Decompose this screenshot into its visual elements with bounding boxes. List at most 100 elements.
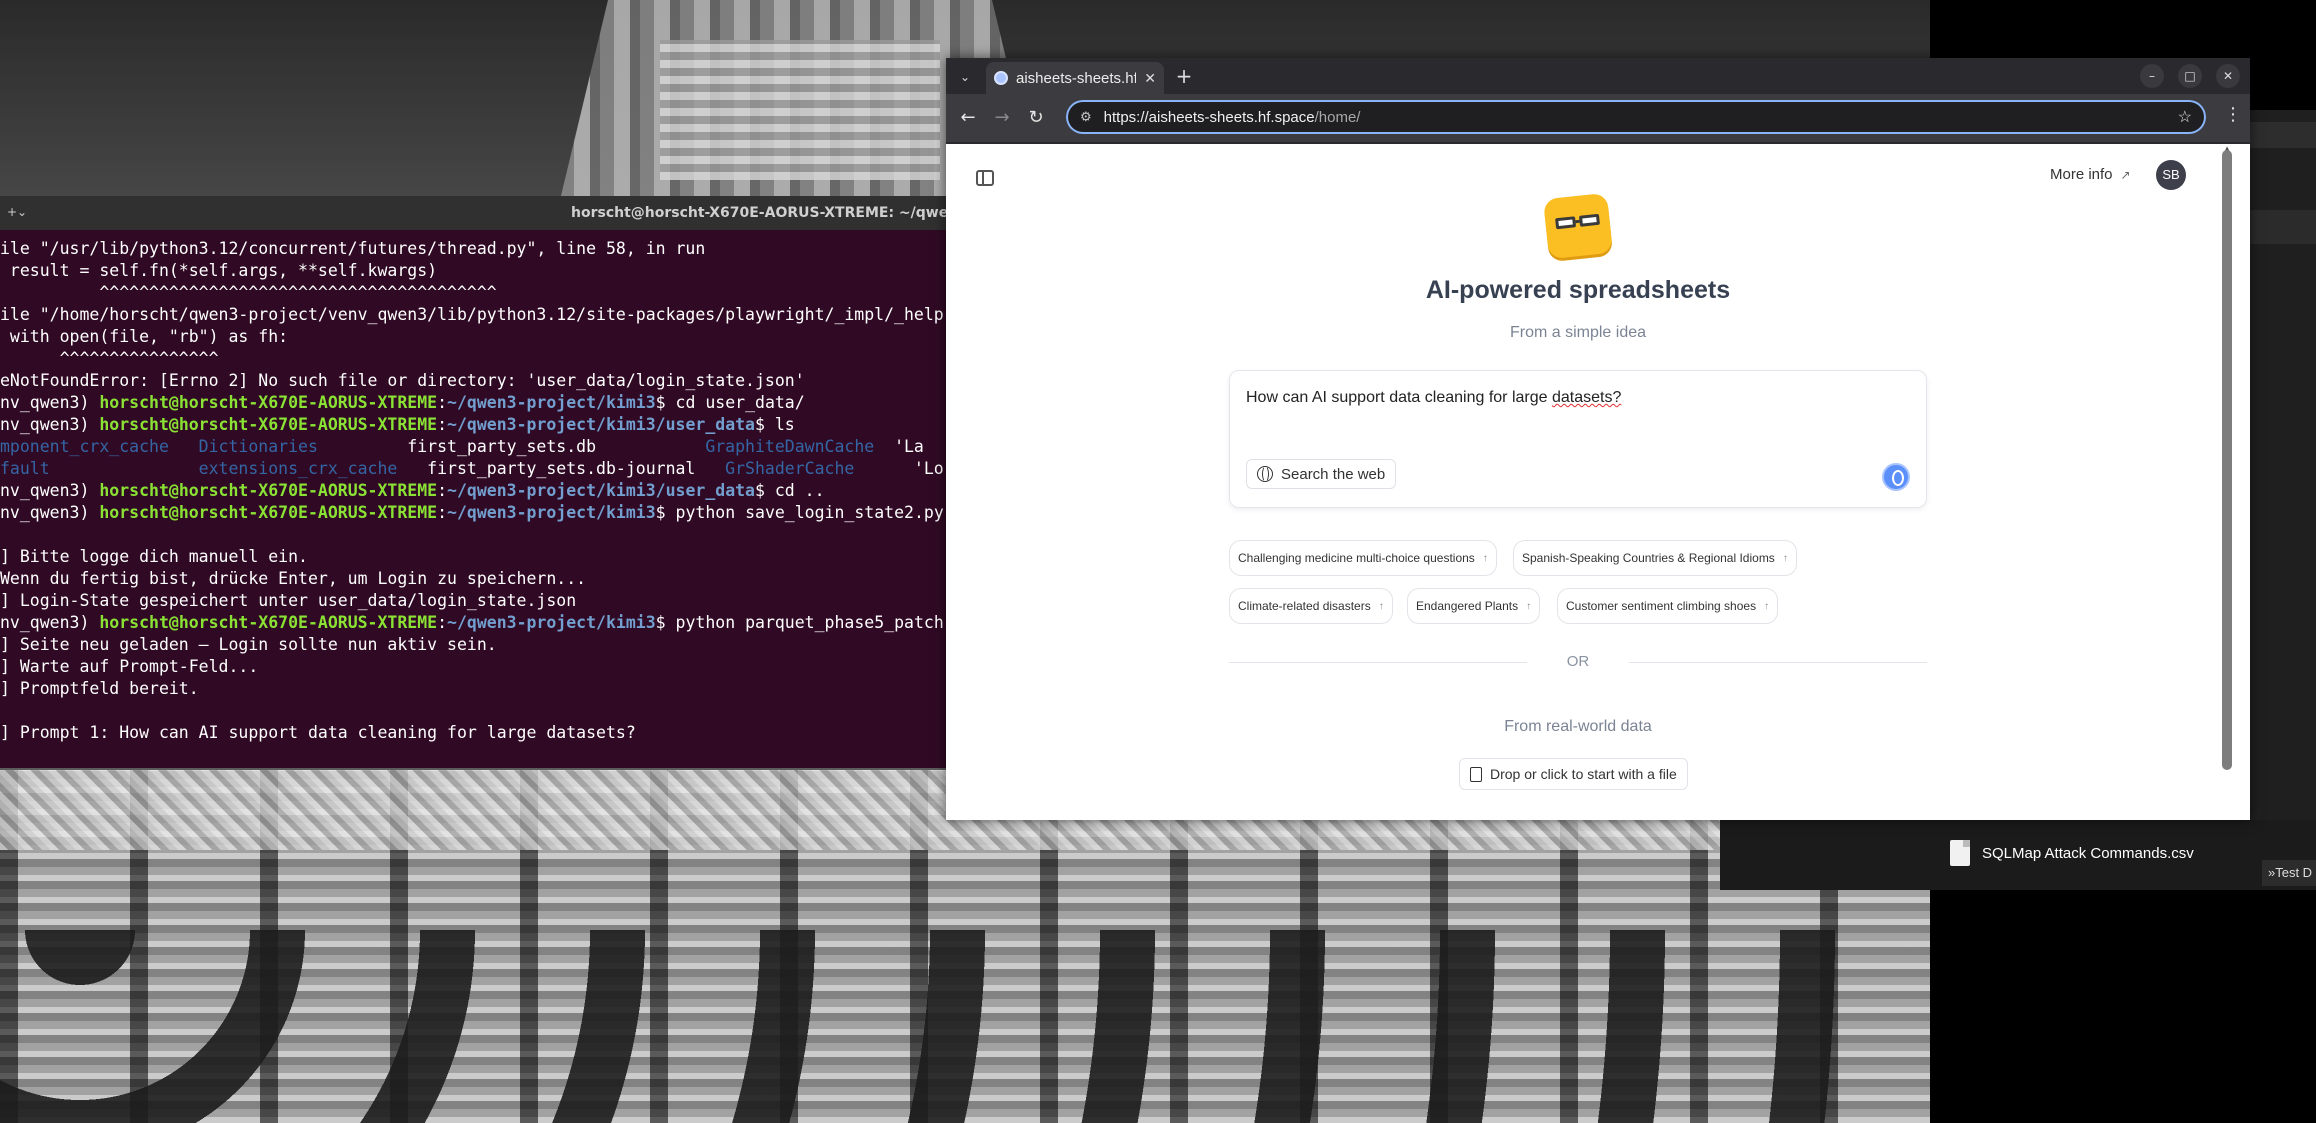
- example-prompt-chip[interactable]: Challenging medicine multi-choice questi…: [1229, 540, 1497, 576]
- site-favicon-icon: [994, 71, 1008, 85]
- terminal-text: nv_qwen3): [0, 415, 100, 434]
- terminal-line: ile "/usr/lib/python3.12/concurrent/futu…: [0, 238, 946, 260]
- example-prompt-label: Customer sentiment climbing shoes: [1566, 599, 1757, 613]
- terminal-line: nv_qwen3) horscht@horscht-X670E-AORUS-XT…: [0, 612, 946, 634]
- terminal-text: ile "/home/horscht/qwen3-project/venv_qw…: [0, 305, 944, 324]
- terminal-line: ] Promptfeld bereit.: [0, 678, 946, 700]
- search-web-button[interactable]: Search the web: [1246, 459, 1397, 489]
- terminal-text: :: [437, 613, 448, 632]
- page-scrollbar[interactable]: [2222, 150, 2232, 770]
- terminal-titlebar[interactable]: + ⌄ horscht@horscht-X670E-AORUS-XTREME: …: [0, 196, 946, 230]
- example-prompt-label: Challenging medicine multi-choice questi…: [1238, 551, 1475, 565]
- terminal-line: with open(file, "rb") as fh:: [0, 326, 946, 348]
- or-divider: OR: [1229, 652, 1927, 672]
- browser-chrome: ⌄ aisheets-sheets.hf.space/ ✕ + – □ ✕ ← …: [946, 58, 2250, 144]
- terminal-window[interactable]: + ⌄ horscht@horscht-X670E-AORUS-XTREME: …: [0, 196, 946, 768]
- terminal-line: ] Prompt 1: How can AI support data clea…: [0, 722, 946, 744]
- terminal-text: nv_qwen3): [0, 503, 100, 522]
- terminal-line: Wenn du fertig bist, drücke Enter, um Lo…: [0, 568, 946, 590]
- terminal-text: ^^^^^^^^^^^^^^^^: [0, 349, 219, 368]
- terminal-line: result = self.fn(*self.args, **self.kwar…: [0, 260, 946, 282]
- file-upload-icon: [1470, 766, 1482, 782]
- terminal-text: $ ls: [755, 415, 795, 434]
- forward-arrow-icon[interactable]: →: [988, 104, 1016, 132]
- terminal-output[interactable]: ile "/usr/lib/python3.12/concurrent/futu…: [0, 238, 946, 768]
- terminal-text: $ python parquet_phase5_patch: [655, 613, 944, 632]
- terminal-text: :: [437, 503, 448, 522]
- tab-close-icon[interactable]: ✕: [1144, 70, 1156, 87]
- background-window-strip: [2250, 210, 2316, 244]
- prompt-input[interactable]: How can AI support data cleaning for lar…: [1246, 389, 1621, 407]
- send-button[interactable]: [1882, 463, 1910, 491]
- wallpaper-tower-detail: [660, 40, 940, 180]
- arrow-up-icon: ↑: [1526, 600, 1532, 612]
- terminal-line: ] Warte auf Prompt-Feld...: [0, 656, 946, 678]
- terminal-text: with open(file, "rb") as fh:: [0, 327, 289, 346]
- terminal-text: 'La: [894, 437, 924, 456]
- terminal-line: ^^^^^^^^^^^^^^^^^^^^^^^^^^^^^^^^^^^^^^^^: [0, 282, 946, 304]
- terminal-text: GrShaderCache: [725, 459, 914, 478]
- terminal-text: $ python save_login_state2.py: [655, 503, 944, 522]
- search-web-label: Search the web: [1281, 465, 1386, 483]
- spellcheck-word: datasets?: [1551, 389, 1622, 406]
- edge-window-label[interactable]: »Test D: [2262, 860, 2316, 886]
- tab-strip: ⌄ aisheets-sheets.hf.space/ ✕ + – □ ✕: [946, 58, 2250, 94]
- example-prompt-label: Climate-related disasters: [1238, 599, 1371, 613]
- arrow-up-icon: ↑: [1482, 552, 1488, 564]
- tab-search-chevron-icon[interactable]: ⌄: [954, 66, 976, 88]
- new-tab-icon[interactable]: +: [1172, 64, 1196, 88]
- desktop-file-csv[interactable]: SQLMap Attack Commands.csv: [1950, 838, 2194, 868]
- example-prompt-label: Spanish-Speaking Countries & Regional Id…: [1522, 551, 1775, 565]
- terminal-text: ] Prompt 1: How can AI support data clea…: [0, 723, 636, 742]
- prompt-text-part: How can AI support data cleaning for lar…: [1246, 389, 1552, 406]
- arrow-up-icon: ↑: [1782, 552, 1788, 564]
- site-info-icon[interactable]: ⚙: [1080, 109, 1092, 125]
- terminal-line: nv_qwen3) horscht@horscht-X670E-AORUS-XT…: [0, 502, 946, 524]
- terminal-text: GraphiteDawnCache: [705, 437, 895, 456]
- terminal-text: first_party_sets.db-journal: [427, 459, 726, 478]
- browser-menu-icon[interactable]: ⋮: [2224, 104, 2242, 125]
- avatar[interactable]: SB: [2156, 160, 2186, 190]
- address-bar[interactable]: ⚙ https://aisheets-sheets.hf.space/home/…: [1066, 100, 2206, 134]
- example-prompt-chip[interactable]: Spanish-Speaking Countries & Regional Id…: [1513, 540, 1797, 576]
- file-icon: [1950, 840, 1970, 866]
- terminal-text: :: [437, 393, 448, 412]
- browser-toolbar: ← → ↻ ⚙ https://aisheets-sheets.hf.space…: [946, 94, 2250, 142]
- example-prompt-chip[interactable]: Customer sentiment climbing shoes ↑: [1557, 588, 1779, 624]
- bookmark-star-icon[interactable]: ☆: [2178, 107, 2192, 127]
- maximize-icon[interactable]: □: [2178, 64, 2202, 88]
- terminal-text: ] Login-State gespeichert unter user_dat…: [0, 591, 577, 610]
- globe-icon: [1257, 466, 1273, 482]
- close-window-icon[interactable]: ✕: [2216, 64, 2240, 88]
- browser-window[interactable]: ⌄ aisheets-sheets.hf.space/ ✕ + – □ ✕ ← …: [946, 58, 2250, 820]
- desktop-file-label: SQLMap Attack Commands.csv: [1982, 844, 2194, 862]
- back-arrow-icon[interactable]: ←: [954, 104, 982, 132]
- sidebar-toggle-icon[interactable]: [976, 170, 994, 186]
- terminal-text: ~/qwen3-project/kimi3: [447, 393, 656, 412]
- terminal-line: nv_qwen3) horscht@horscht-X670E-AORUS-XT…: [0, 392, 946, 414]
- terminal-text: first_party_sets.db: [407, 437, 706, 456]
- example-prompt-chip[interactable]: Endangered Plants ↑: [1407, 588, 1541, 624]
- terminal-line: ] Seite neu geladen – Login sollte nun a…: [0, 634, 946, 656]
- reload-icon[interactable]: ↻: [1022, 104, 1050, 132]
- page-title: AI-powered spreadsheets: [1425, 276, 1731, 304]
- more-info-link[interactable]: More info ↗: [2050, 166, 2131, 183]
- tab-aisheets[interactable]: aisheets-sheets.hf.space/ ✕: [986, 62, 1164, 94]
- example-prompt-chip[interactable]: Climate-related disasters ↑: [1229, 588, 1393, 624]
- background-window-strip: [2250, 122, 2316, 148]
- terminal-text: ile "/usr/lib/python3.12/concurrent/futu…: [0, 239, 706, 258]
- terminal-line: ] Login-State gespeichert unter user_dat…: [0, 590, 946, 612]
- terminal-text: eNotFoundError: [Errno 2] No such file o…: [0, 371, 805, 390]
- minimize-icon[interactable]: –: [2140, 64, 2164, 88]
- prompt-input-box[interactable]: How can AI support data cleaning for lar…: [1229, 370, 1927, 508]
- terminal-text: ] Seite neu geladen – Login sollte nun a…: [0, 635, 497, 654]
- terminal-text: horscht@horscht-X670E-AORUS-XTREME: [99, 415, 438, 434]
- external-link-arrow-icon: ↗: [2120, 167, 2131, 182]
- terminal-text: horscht@horscht-X670E-AORUS-XTREME: [99, 481, 438, 500]
- drop-file-button[interactable]: Drop or click to start with a file: [1459, 758, 1688, 790]
- terminal-menu-chevron-icon[interactable]: ⌄: [10, 200, 34, 224]
- terminal-text: horscht@horscht-X670E-AORUS-XTREME: [99, 393, 438, 412]
- terminal-line: fault extensions_crx_cache first_party_s…: [0, 458, 946, 480]
